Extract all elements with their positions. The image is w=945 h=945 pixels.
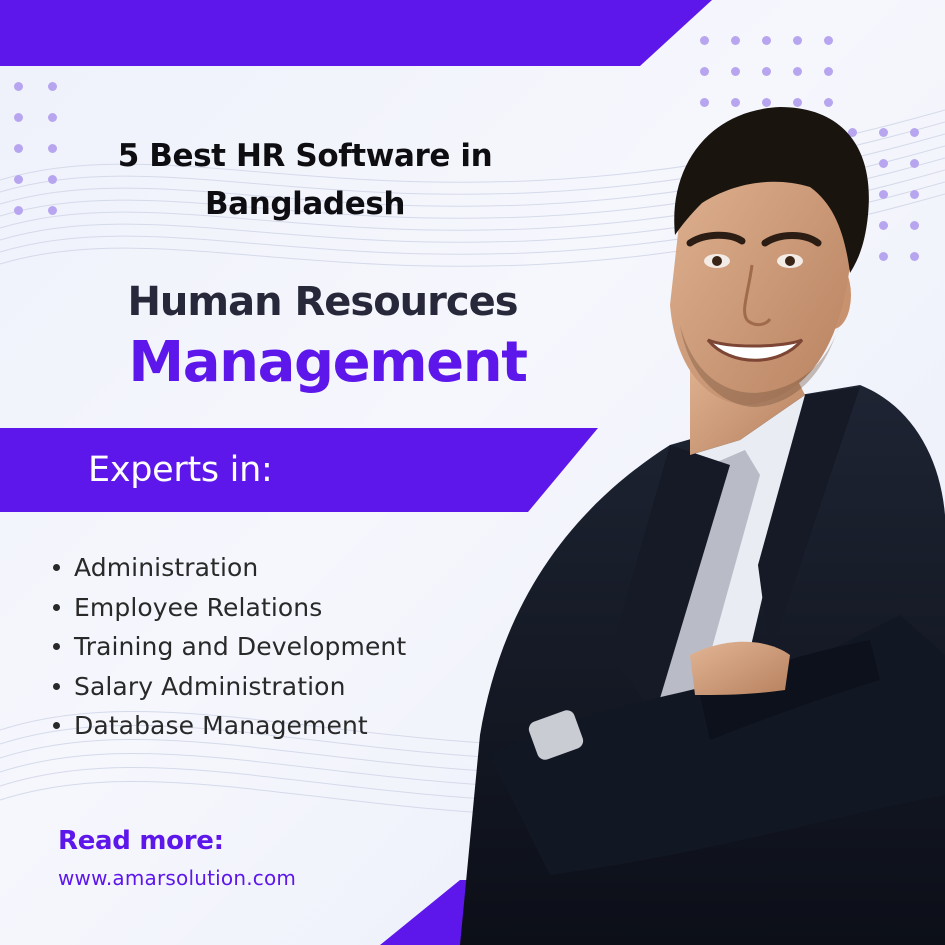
- list-item: Training and Development: [48, 627, 406, 667]
- bullet-dot-icon: [53, 643, 60, 651]
- dot-grid-left: [14, 82, 57, 215]
- experts-banner-label: Experts in:: [88, 450, 273, 490]
- skills-list: Administration Employee Relations Traini…: [48, 548, 406, 746]
- bullet-dot-icon: [53, 603, 60, 611]
- bullet-dot-icon: [53, 564, 60, 572]
- bullet-dot-icon: [53, 682, 60, 690]
- skill-label: Database Management: [74, 711, 368, 741]
- skill-label: Salary Administration: [74, 671, 346, 701]
- read-more-label: Read more:: [58, 826, 224, 856]
- website-link[interactable]: www.amarsolution.com: [58, 866, 296, 890]
- list-item: Database Management: [48, 706, 406, 746]
- headline-line-1: 5 Best HR Software in: [117, 138, 493, 174]
- headline-line-2: Bangladesh: [204, 186, 406, 222]
- skill-label: Administration: [74, 553, 259, 583]
- businessman-photo: [460, 107, 945, 945]
- list-item: Administration: [48, 548, 406, 588]
- skill-label: Employee Relations: [74, 592, 323, 622]
- list-item: Salary Administration: [48, 667, 406, 707]
- bullet-dot-icon: [53, 722, 60, 730]
- list-item: Employee Relations: [48, 588, 406, 628]
- skill-label: Training and Development: [74, 632, 407, 662]
- hr-poster: 5 Best HR Software in Bangladesh Human R…: [0, 0, 945, 945]
